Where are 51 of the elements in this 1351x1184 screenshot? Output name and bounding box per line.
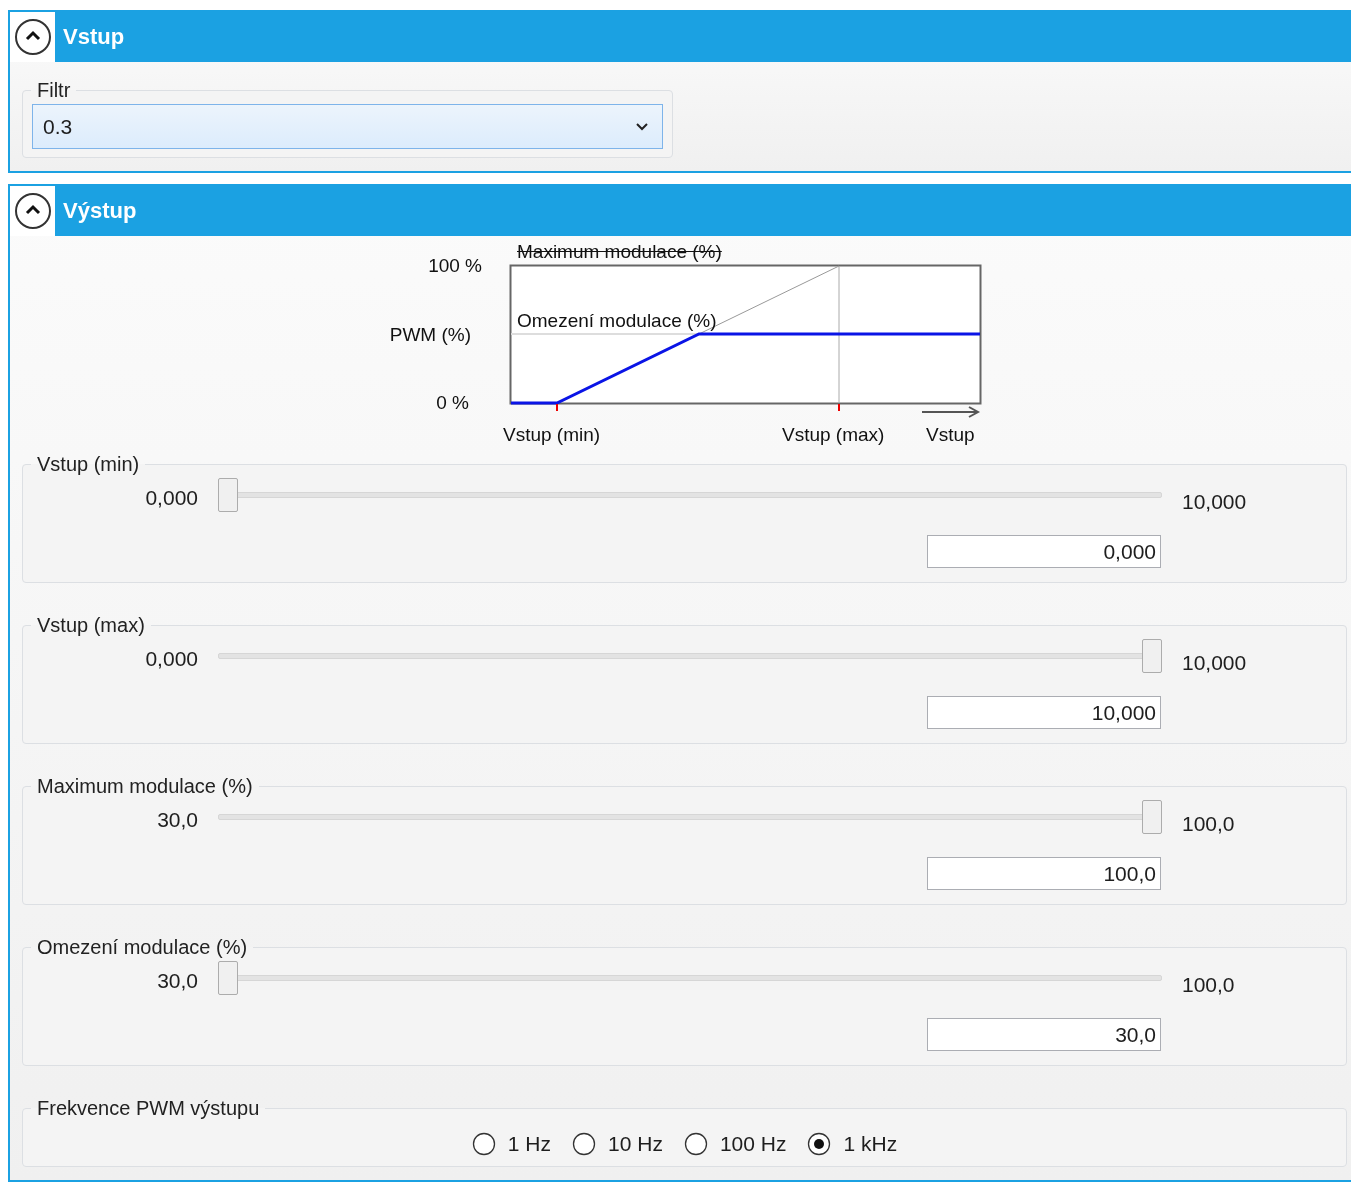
section-title: Výstup	[63, 198, 137, 224]
chart-label: Omezení modulace (%)	[517, 310, 717, 332]
max-value: 100,0	[1182, 811, 1235, 836]
min-value: 30,0	[156, 807, 198, 832]
radio-label[interactable]: 1 Hz	[507, 1132, 552, 1156]
chevron-down-icon	[636, 122, 648, 131]
min-tick	[556, 403, 558, 412]
group-label: Vstup (max)	[36, 613, 146, 637]
max-value: 100,0	[1182, 972, 1235, 997]
value-field[interactable]: 0,000	[927, 535, 1161, 568]
axis-label: Vstup (min)	[503, 424, 601, 446]
slider-thumb[interactable]	[218, 961, 238, 995]
axis-label: 0 %	[436, 392, 469, 414]
group-label: Omezení modulace (%)	[36, 935, 249, 959]
group-label: Frekvence PWM výstupu	[36, 1096, 261, 1120]
axis-label: Vstup (max)	[782, 424, 885, 446]
max-value: 10,000	[1182, 489, 1247, 514]
slider[interactable]	[218, 800, 1162, 834]
radio-button[interactable]	[807, 1132, 832, 1156]
radio-label[interactable]: 10 Hz	[608, 1132, 663, 1156]
group-label: Maximum modulace (%)	[36, 774, 254, 798]
slider[interactable]	[218, 639, 1162, 673]
min-value: 30,0	[156, 968, 198, 993]
filter-dropdown[interactable]: 0.3	[32, 104, 663, 149]
value-field[interactable]: 100,0	[927, 857, 1161, 890]
min-value: 0,000	[144, 646, 198, 671]
radio-button[interactable]	[572, 1132, 597, 1156]
chart-label: Maximum modulace (%)	[517, 241, 722, 263]
axis-label: 100 %	[428, 255, 482, 277]
slider-thumb[interactable]	[1142, 639, 1162, 673]
axis-label: PWM (%)	[389, 324, 471, 346]
value-field[interactable]: 10,000	[927, 696, 1161, 729]
max-tick	[838, 403, 840, 412]
group-label: Vstup (min)	[36, 452, 141, 476]
section-title: Vstup	[63, 24, 125, 50]
value-field[interactable]: 30,0	[927, 1018, 1161, 1051]
min-value: 0,000	[144, 485, 198, 510]
group-label: Filtr	[36, 78, 72, 102]
axis-label: Vstup	[926, 424, 975, 446]
collapse-icon[interactable]	[13, 18, 52, 56]
radio-button[interactable]	[683, 1132, 708, 1156]
axis-arrow	[921, 406, 981, 418]
radio-button[interactable]	[471, 1132, 496, 1156]
max-value: 10,000	[1182, 650, 1247, 675]
slider[interactable]	[218, 961, 1162, 995]
collapse-icon[interactable]	[13, 192, 52, 230]
slider[interactable]	[218, 478, 1162, 512]
radio-label[interactable]: 1 kHz	[843, 1132, 898, 1156]
slider-thumb[interactable]	[1142, 800, 1162, 834]
radio-label[interactable]: 100 Hz	[719, 1132, 787, 1156]
slider-thumb[interactable]	[218, 478, 238, 512]
